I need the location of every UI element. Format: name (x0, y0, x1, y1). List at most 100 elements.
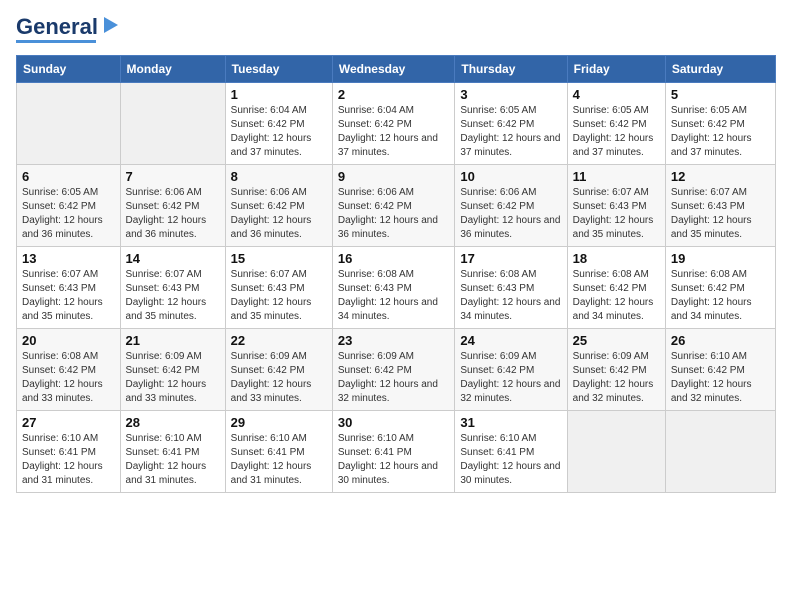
week-row-4: 20 Sunrise: 6:08 AM Sunset: 6:42 PM Dayli… (17, 329, 776, 411)
day-info: Sunrise: 6:10 AM Sunset: 6:42 PM Dayligh… (671, 350, 770, 406)
day-number: 1 (231, 87, 327, 102)
day-info: Sunrise: 6:06 AM Sunset: 6:42 PM Dayligh… (126, 186, 220, 242)
day-info: Sunrise: 6:10 AM Sunset: 6:41 PM Dayligh… (460, 432, 561, 488)
day-number: 10 (460, 169, 561, 184)
header-monday: Monday (120, 56, 225, 83)
day-info: Sunrise: 6:05 AM Sunset: 6:42 PM Dayligh… (22, 186, 115, 242)
day-cell (17, 83, 121, 165)
day-number: 5 (671, 87, 770, 102)
day-number: 6 (22, 169, 115, 184)
day-info: Sunrise: 6:04 AM Sunset: 6:42 PM Dayligh… (231, 104, 327, 160)
day-cell: 22 Sunrise: 6:09 AM Sunset: 6:42 PM Dayli… (225, 329, 332, 411)
day-cell (120, 83, 225, 165)
day-info: Sunrise: 6:09 AM Sunset: 6:42 PM Dayligh… (231, 350, 327, 406)
day-number: 26 (671, 333, 770, 348)
day-info: Sunrise: 6:10 AM Sunset: 6:41 PM Dayligh… (338, 432, 450, 488)
day-number: 21 (126, 333, 220, 348)
day-cell: 10 Sunrise: 6:06 AM Sunset: 6:42 PM Dayli… (455, 165, 567, 247)
day-cell: 30 Sunrise: 6:10 AM Sunset: 6:41 PM Dayli… (332, 411, 455, 493)
day-cell: 7 Sunrise: 6:06 AM Sunset: 6:42 PM Daylig… (120, 165, 225, 247)
day-cell: 6 Sunrise: 6:05 AM Sunset: 6:42 PM Daylig… (17, 165, 121, 247)
day-number: 16 (338, 251, 450, 266)
week-row-2: 6 Sunrise: 6:05 AM Sunset: 6:42 PM Daylig… (17, 165, 776, 247)
day-info: Sunrise: 6:10 AM Sunset: 6:41 PM Dayligh… (231, 432, 327, 488)
day-info: Sunrise: 6:09 AM Sunset: 6:42 PM Dayligh… (460, 350, 561, 406)
day-cell: 25 Sunrise: 6:09 AM Sunset: 6:42 PM Dayli… (567, 329, 665, 411)
day-number: 23 (338, 333, 450, 348)
day-info: Sunrise: 6:06 AM Sunset: 6:42 PM Dayligh… (460, 186, 561, 242)
day-cell: 3 Sunrise: 6:05 AM Sunset: 6:42 PM Daylig… (455, 83, 567, 165)
day-number: 17 (460, 251, 561, 266)
day-info: Sunrise: 6:08 AM Sunset: 6:43 PM Dayligh… (460, 268, 561, 324)
day-info: Sunrise: 6:07 AM Sunset: 6:43 PM Dayligh… (126, 268, 220, 324)
day-cell: 11 Sunrise: 6:07 AM Sunset: 6:43 PM Dayli… (567, 165, 665, 247)
day-cell: 18 Sunrise: 6:08 AM Sunset: 6:42 PM Dayli… (567, 247, 665, 329)
day-cell: 16 Sunrise: 6:08 AM Sunset: 6:43 PM Dayli… (332, 247, 455, 329)
day-cell: 28 Sunrise: 6:10 AM Sunset: 6:41 PM Dayli… (120, 411, 225, 493)
day-info: Sunrise: 6:04 AM Sunset: 6:42 PM Dayligh… (338, 104, 450, 160)
day-number: 29 (231, 415, 327, 430)
day-cell: 2 Sunrise: 6:04 AM Sunset: 6:42 PM Daylig… (332, 83, 455, 165)
day-info: Sunrise: 6:05 AM Sunset: 6:42 PM Dayligh… (671, 104, 770, 160)
day-number: 24 (460, 333, 561, 348)
day-info: Sunrise: 6:08 AM Sunset: 6:42 PM Dayligh… (671, 268, 770, 324)
day-cell: 9 Sunrise: 6:06 AM Sunset: 6:42 PM Daylig… (332, 165, 455, 247)
day-number: 7 (126, 169, 220, 184)
day-cell: 24 Sunrise: 6:09 AM Sunset: 6:42 PM Dayli… (455, 329, 567, 411)
day-cell: 5 Sunrise: 6:05 AM Sunset: 6:42 PM Daylig… (665, 83, 775, 165)
day-info: Sunrise: 6:08 AM Sunset: 6:43 PM Dayligh… (338, 268, 450, 324)
day-cell: 15 Sunrise: 6:07 AM Sunset: 6:43 PM Dayli… (225, 247, 332, 329)
day-cell: 27 Sunrise: 6:10 AM Sunset: 6:41 PM Dayli… (17, 411, 121, 493)
day-number: 30 (338, 415, 450, 430)
page-header: General (16, 16, 776, 43)
header-wednesday: Wednesday (332, 56, 455, 83)
header-tuesday: Tuesday (225, 56, 332, 83)
day-info: Sunrise: 6:06 AM Sunset: 6:42 PM Dayligh… (231, 186, 327, 242)
day-number: 28 (126, 415, 220, 430)
day-number: 11 (573, 169, 660, 184)
week-row-1: 1 Sunrise: 6:04 AM Sunset: 6:42 PM Daylig… (17, 83, 776, 165)
day-number: 12 (671, 169, 770, 184)
week-row-5: 27 Sunrise: 6:10 AM Sunset: 6:41 PM Dayli… (17, 411, 776, 493)
logo-arrow-icon (100, 15, 120, 35)
day-info: Sunrise: 6:07 AM Sunset: 6:43 PM Dayligh… (231, 268, 327, 324)
day-info: Sunrise: 6:08 AM Sunset: 6:42 PM Dayligh… (22, 350, 115, 406)
day-info: Sunrise: 6:05 AM Sunset: 6:42 PM Dayligh… (460, 104, 561, 160)
day-cell (665, 411, 775, 493)
day-info: Sunrise: 6:05 AM Sunset: 6:42 PM Dayligh… (573, 104, 660, 160)
day-cell: 21 Sunrise: 6:09 AM Sunset: 6:42 PM Dayli… (120, 329, 225, 411)
day-number: 14 (126, 251, 220, 266)
logo-text: General (16, 16, 98, 38)
day-cell: 12 Sunrise: 6:07 AM Sunset: 6:43 PM Dayli… (665, 165, 775, 247)
day-cell: 17 Sunrise: 6:08 AM Sunset: 6:43 PM Dayli… (455, 247, 567, 329)
day-info: Sunrise: 6:07 AM Sunset: 6:43 PM Dayligh… (573, 186, 660, 242)
day-info: Sunrise: 6:09 AM Sunset: 6:42 PM Dayligh… (126, 350, 220, 406)
day-cell: 26 Sunrise: 6:10 AM Sunset: 6:42 PM Dayli… (665, 329, 775, 411)
day-number: 3 (460, 87, 561, 102)
day-cell: 29 Sunrise: 6:10 AM Sunset: 6:41 PM Dayli… (225, 411, 332, 493)
day-info: Sunrise: 6:09 AM Sunset: 6:42 PM Dayligh… (573, 350, 660, 406)
day-number: 27 (22, 415, 115, 430)
day-cell: 19 Sunrise: 6:08 AM Sunset: 6:42 PM Dayli… (665, 247, 775, 329)
day-cell: 23Sunrise: 6:09 AM Sunset: 6:42 PM Dayli… (332, 329, 455, 411)
day-info: Sunrise: 6:07 AM Sunset: 6:43 PM Dayligh… (671, 186, 770, 242)
day-number: 25 (573, 333, 660, 348)
day-cell: 31Sunrise: 6:10 AM Sunset: 6:41 PM Dayli… (455, 411, 567, 493)
day-info: Sunrise: 6:06 AM Sunset: 6:42 PM Dayligh… (338, 186, 450, 242)
header-thursday: Thursday (455, 56, 567, 83)
day-number: 13 (22, 251, 115, 266)
logo: General (16, 16, 120, 43)
day-number: 19 (671, 251, 770, 266)
day-info: Sunrise: 6:08 AM Sunset: 6:42 PM Dayligh… (573, 268, 660, 324)
day-cell: 4Sunrise: 6:05 AM Sunset: 6:42 PM Daylig… (567, 83, 665, 165)
day-cell: 1 Sunrise: 6:04 AM Sunset: 6:42 PM Daylig… (225, 83, 332, 165)
day-number: 20 (22, 333, 115, 348)
day-cell: 13Sunrise: 6:07 AM Sunset: 6:43 PM Dayli… (17, 247, 121, 329)
day-number: 22 (231, 333, 327, 348)
day-info: Sunrise: 6:10 AM Sunset: 6:41 PM Dayligh… (22, 432, 115, 488)
day-number: 18 (573, 251, 660, 266)
day-number: 2 (338, 87, 450, 102)
day-number: 9 (338, 169, 450, 184)
day-number: 15 (231, 251, 327, 266)
day-info: Sunrise: 6:10 AM Sunset: 6:41 PM Dayligh… (126, 432, 220, 488)
